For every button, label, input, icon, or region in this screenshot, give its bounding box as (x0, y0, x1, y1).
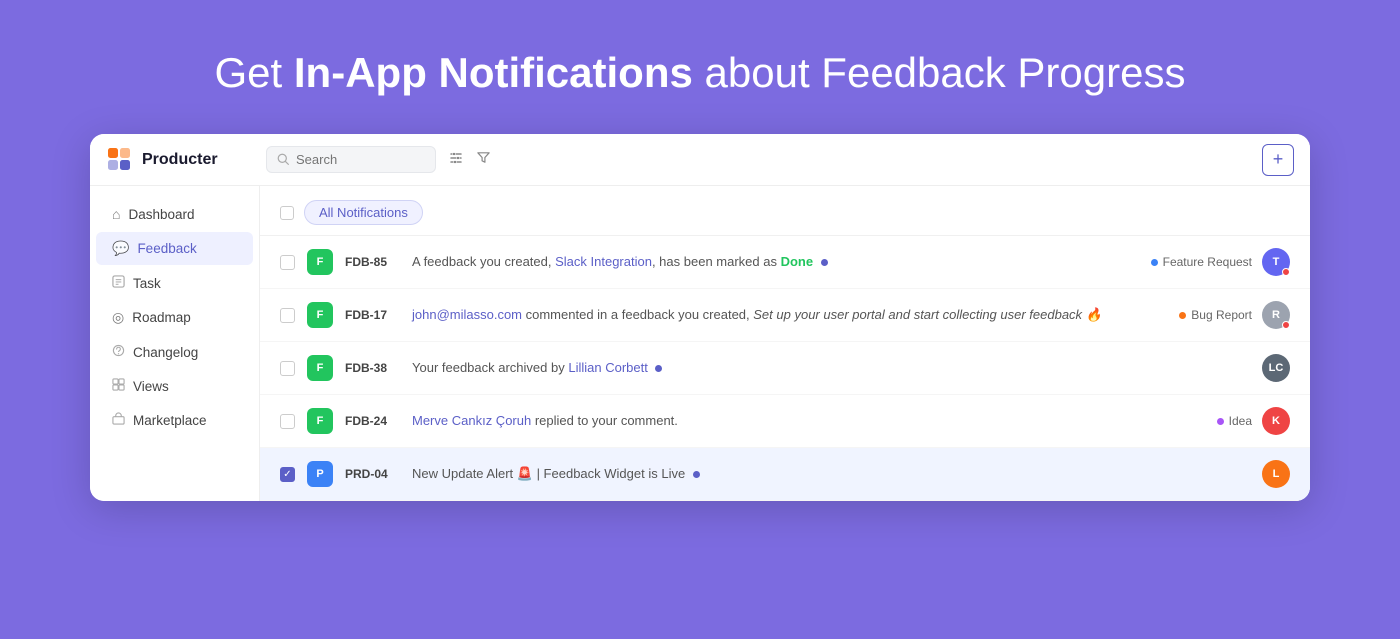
notif-dot-0 (821, 259, 828, 266)
notif-id-2: FDB-38 (345, 361, 400, 375)
sidebar-item-dashboard[interactable]: ⌂ Dashboard (96, 198, 253, 230)
notif-id-3: FDB-24 (345, 414, 400, 428)
notif-badge-0: F (307, 249, 333, 275)
notif-tag-0: Feature Request (1151, 255, 1252, 269)
table-row[interactable]: F FDB-24 Merve Cankız Çoruh replied to y… (260, 395, 1310, 448)
tab-label: All Notifications (319, 205, 408, 220)
top-bar: Producter (90, 134, 1310, 186)
notif-dot-2 (655, 365, 662, 372)
sidebar-label-task: Task (133, 276, 161, 291)
sidebar-item-views[interactable]: Views (96, 370, 253, 402)
notif-badge-4: P (307, 461, 333, 487)
notifications-content: All Notifications F FDB-85 A feedback yo… (260, 186, 1310, 501)
notif-link-0: Slack Integration (555, 254, 652, 269)
feedback-icon: 💬 (112, 240, 129, 257)
notif-badge-2: F (307, 355, 333, 381)
notif-right-0: Feature Request T (1151, 248, 1290, 276)
notif-italic-1: Set up your user portal and start collec… (753, 307, 1102, 322)
notif-tag-1: Bug Report (1179, 308, 1252, 322)
tag-dot-1 (1179, 312, 1186, 319)
row-checkbox-0[interactable] (280, 255, 295, 270)
add-button[interactable]: + (1262, 144, 1294, 176)
roadmap-icon: ◎ (112, 309, 124, 326)
table-row[interactable]: F FDB-85 A feedback you created, Slack I… (260, 236, 1310, 289)
marketplace-icon (112, 412, 125, 428)
table-row[interactable]: F FDB-38 Your feedback archived by Lilli… (260, 342, 1310, 395)
sidebar-label-roadmap: Roadmap (132, 310, 191, 325)
sidebar-label-feedback: Feedback (137, 241, 196, 256)
all-notifications-tab[interactable]: All Notifications (304, 200, 423, 225)
sidebar-item-task[interactable]: Task (96, 267, 253, 299)
notif-dot-4 (693, 471, 700, 478)
funnel-icon[interactable] (476, 150, 491, 169)
sidebar-label-marketplace: Marketplace (133, 413, 207, 428)
main-layout: ⌂ Dashboard 💬 Feedback Task ◎ Roadmap (90, 186, 1310, 501)
sidebar-label-views: Views (133, 379, 169, 394)
row-checkbox-1[interactable] (280, 308, 295, 323)
notif-right-2: LC (1262, 354, 1290, 382)
content-header: All Notifications (260, 186, 1310, 236)
notif-id-1: FDB-17 (345, 308, 400, 322)
avatar-dot-1 (1282, 321, 1290, 329)
table-row[interactable]: ✓ P PRD-04 New Update Alert 🚨 | Feedback… (260, 448, 1310, 501)
table-row[interactable]: F FDB-17 john@milasso.com commented in a… (260, 289, 1310, 342)
hero-title: Get In-App Notifications about Feedback … (215, 48, 1186, 98)
topbar-icons (448, 150, 491, 170)
logo-label: Producter (142, 151, 218, 169)
sidebar: ⌂ Dashboard 💬 Feedback Task ◎ Roadmap (90, 186, 260, 501)
tag-dot-0 (1151, 259, 1158, 266)
tag-dot-3 (1217, 418, 1224, 425)
notif-text-2: Your feedback archived by Lillian Corbet… (412, 359, 1250, 377)
row-checkbox-4[interactable]: ✓ (280, 467, 295, 482)
notif-right-1: Bug Report R (1179, 301, 1290, 329)
notif-link-3: Merve Cankız Çoruh (412, 413, 531, 428)
changelog-icon (112, 344, 125, 360)
logo-icon (106, 146, 134, 174)
notif-badge-3: F (307, 408, 333, 434)
avatar-4: L (1262, 460, 1290, 488)
notif-text-0: A feedback you created, Slack Integratio… (412, 253, 1139, 271)
notif-text-3: Merve Cankız Çoruh replied to your comme… (412, 412, 1205, 430)
filter-icon[interactable] (448, 150, 464, 170)
notif-badge-1: F (307, 302, 333, 328)
sidebar-label-changelog: Changelog (133, 345, 198, 360)
search-bar[interactable] (266, 146, 436, 173)
notif-right-4: L (1262, 460, 1290, 488)
search-input[interactable] (296, 152, 416, 167)
search-icon (277, 153, 290, 166)
notif-id-0: FDB-85 (345, 255, 400, 269)
avatar-2: LC (1262, 354, 1290, 382)
notif-tag-3: Idea (1217, 414, 1252, 428)
app-window: Producter (90, 134, 1310, 501)
task-icon (112, 275, 125, 291)
notif-text-1: john@milasso.com commented in a feedback… (412, 306, 1167, 324)
logo-area: Producter (106, 146, 266, 174)
row-checkbox-2[interactable] (280, 361, 295, 376)
avatar-3: K (1262, 407, 1290, 435)
sidebar-item-roadmap[interactable]: ◎ Roadmap (96, 301, 253, 334)
sidebar-item-feedback[interactable]: 💬 Feedback (96, 232, 253, 265)
tag-text-3: Idea (1229, 414, 1252, 428)
avatar-dot-0 (1282, 268, 1290, 276)
avatar-0: T (1262, 248, 1290, 276)
tag-text-1: Bug Report (1191, 308, 1252, 322)
notif-status-0: Done (781, 254, 814, 269)
row-checkbox-3[interactable] (280, 414, 295, 429)
tag-text-0: Feature Request (1163, 255, 1252, 269)
notif-id-4: PRD-04 (345, 467, 400, 481)
notif-link-1: john@milasso.com (412, 307, 522, 322)
views-icon (112, 378, 125, 394)
notif-link-2: Lillian Corbett (568, 360, 648, 375)
sidebar-item-changelog[interactable]: Changelog (96, 336, 253, 368)
sidebar-item-marketplace[interactable]: Marketplace (96, 404, 253, 436)
sidebar-label-dashboard: Dashboard (128, 207, 194, 222)
avatar-1: R (1262, 301, 1290, 329)
notif-right-3: Idea K (1217, 407, 1290, 435)
select-all-checkbox[interactable] (280, 206, 294, 220)
notif-text-4: New Update Alert 🚨 | Feedback Widget is … (412, 465, 1250, 483)
home-icon: ⌂ (112, 206, 120, 222)
notification-list: F FDB-85 A feedback you created, Slack I… (260, 236, 1310, 501)
